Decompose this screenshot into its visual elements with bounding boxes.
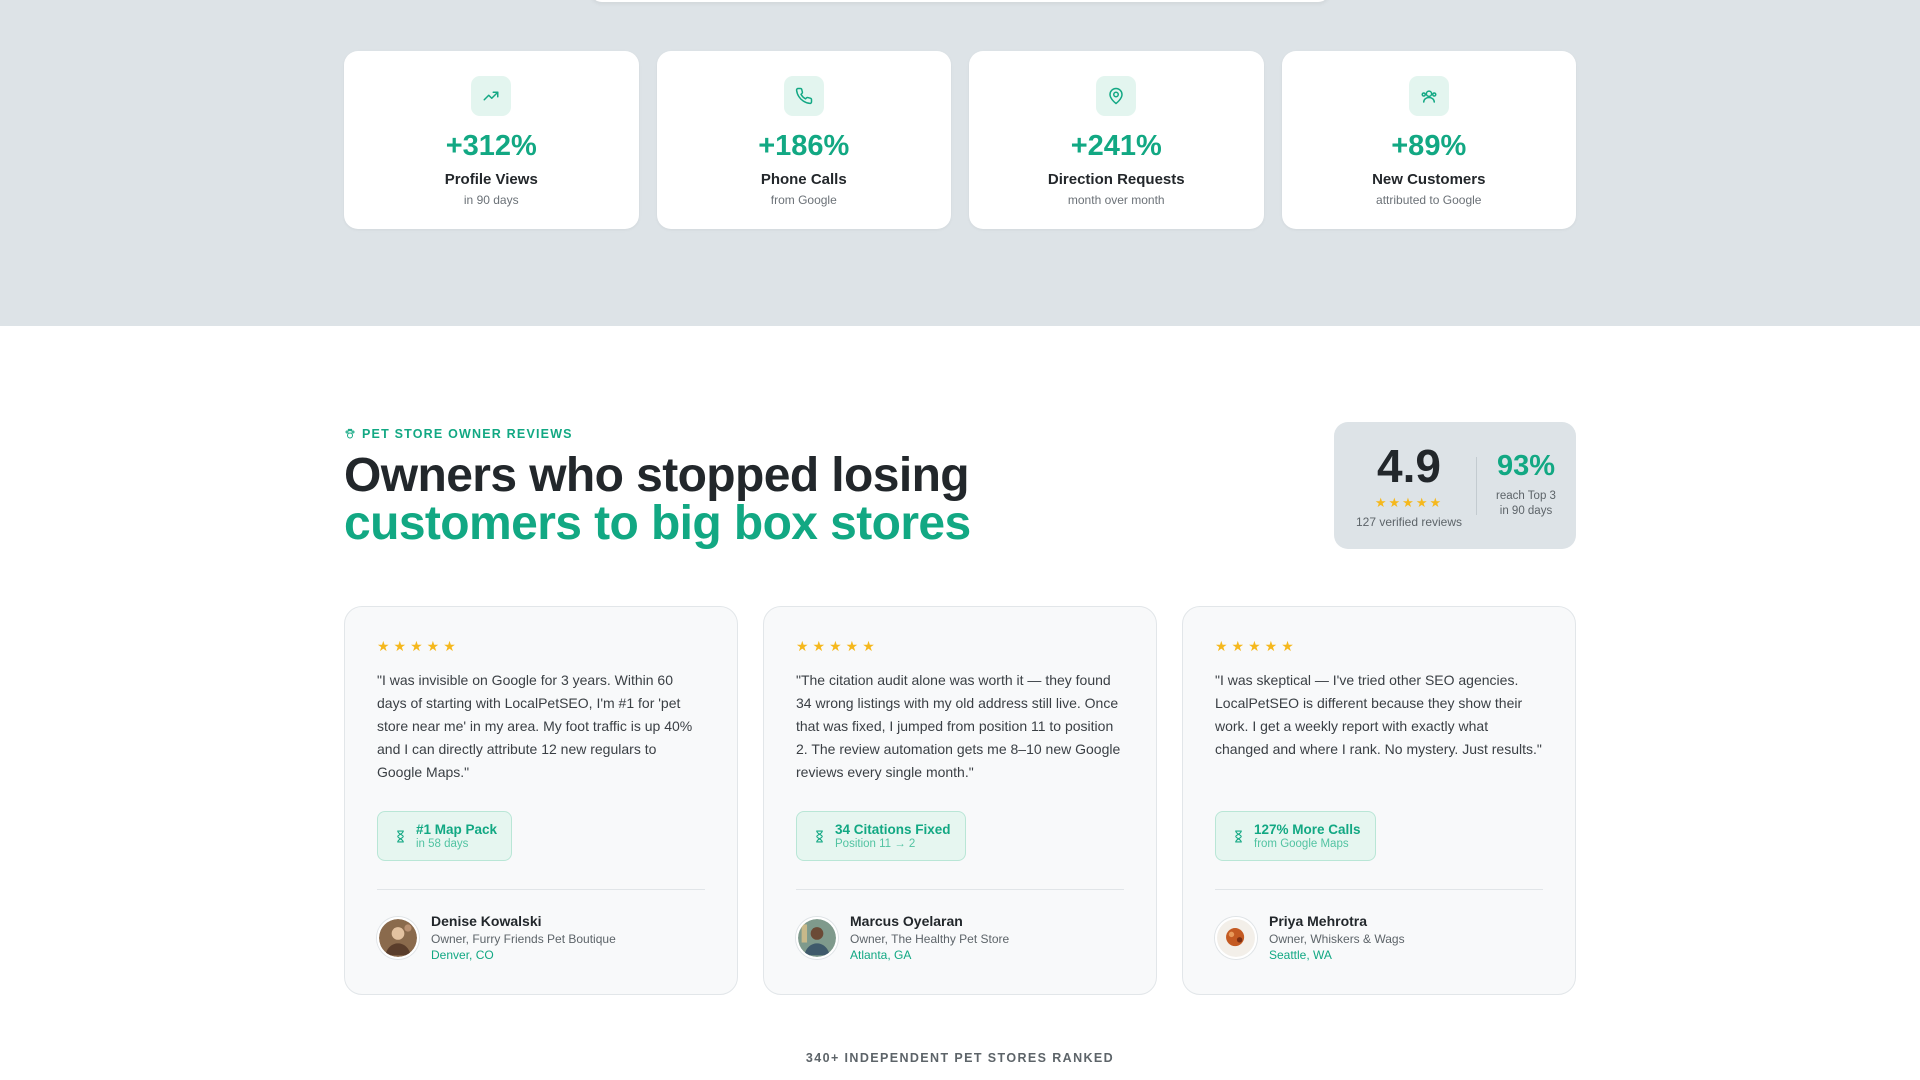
stat-label: Direction Requests (1047, 171, 1185, 188)
stores-ranked-label: 340+ INDEPENDENT PET STORES RANKED (805, 1051, 1115, 1065)
badge-title: 127% More Calls (1254, 822, 1361, 837)
headline-line-1: Owners who stopped losing (344, 449, 970, 502)
hourglass-icon (1235, 830, 1242, 842)
badge-sub: Position 11 → 2 (835, 838, 916, 850)
result-badge: 127% More Calls from Google Maps (1215, 811, 1376, 861)
review-quote: "The citation audit alone was worth it —… (796, 672, 1121, 780)
rating-divider (1476, 456, 1477, 515)
stat-label: New Customers (1372, 171, 1486, 188)
review-divider (796, 889, 1124, 890)
review-card: ★★★★★ "I was skeptical — I've tried othe… (1182, 606, 1576, 995)
author-name: Priya Mehrotra (1269, 913, 1368, 929)
author-name: Marcus Oyelaran (850, 913, 963, 929)
avatar (796, 916, 838, 959)
stat-card-new-customers: +89% New Customers attributed to Google (1281, 51, 1576, 229)
review-divider (1215, 889, 1543, 890)
review-quote: "I was invisible on Google for 3 years. … (377, 672, 693, 780)
rating-pct: 93% (1496, 450, 1556, 482)
eyebrow-label: PET STORE OWNER REVIEWS (362, 427, 573, 441)
review-divider (377, 889, 705, 890)
stat-value: +241% (1070, 130, 1162, 162)
review-card: ★★★★★ "I was invisible on Google for 3 y… (344, 606, 738, 995)
rating-score-block: 4.9 ★★★★★ 127 verified reviews (1354, 443, 1464, 529)
paw-icon (345, 428, 355, 439)
avatar (1215, 916, 1257, 959)
review-quote: "I was skeptical — I've tried other SEO … (1215, 672, 1542, 757)
stat-value: +89% (1391, 130, 1467, 162)
stat-sub: from Google (770, 193, 837, 207)
author-role: Owner, Furry Friends Pet Boutique (431, 932, 616, 946)
section-headline: Owners who stopped losing customers to b… (344, 452, 971, 548)
author-location: Denver, CO (431, 948, 494, 962)
review-stars: ★★★★★ (1215, 638, 1298, 654)
badge-title: 34 Citations Fixed (835, 822, 951, 837)
stat-sub: attributed to Google (1376, 193, 1482, 207)
rating-stars: ★★★★★ (1374, 494, 1444, 510)
review-stars: ★★★★★ (377, 638, 460, 654)
review-author: Marcus Oyelaran Owner, The Healthy Pet S… (796, 913, 1009, 962)
review-author: Priya Mehrotra Owner, Whiskers & Wags Se… (1215, 913, 1405, 962)
result-badge: #1 Map Pack in 58 days (377, 811, 513, 861)
rating-pct-sub: reach Top 3 in 90 days (1496, 490, 1556, 517)
section-eyebrow: PET STORE OWNER REVIEWS (344, 427, 573, 441)
review-stars: ★★★★★ (796, 638, 879, 654)
badge-sub: from Google Maps (1254, 838, 1349, 850)
stat-card-direction-requests: +241% Direction Requests month over mont… (969, 51, 1264, 229)
badge-sub: in 58 days (416, 838, 469, 850)
avatar (377, 916, 419, 959)
map-pin-icon (1096, 76, 1137, 116)
stats-row: +312% Profile Views in 90 days +186% Pho… (344, 51, 1576, 229)
author-role: Owner, The Healthy Pet Store (850, 932, 1010, 946)
author-role: Owner, Whiskers & Wags (1269, 932, 1405, 946)
headline-line-2: customers to big box stores (344, 497, 971, 550)
phone-icon (783, 76, 824, 116)
stat-value: +186% (758, 130, 850, 162)
reviews-grid: ★★★★★ "I was invisible on Google for 3 y… (344, 606, 1576, 995)
result-badge: 34 Citations Fixed Position 11 → 2 (796, 811, 966, 861)
review-author: Denise Kowalski Owner, Furry Friends Pet… (377, 913, 616, 962)
users-icon (1408, 76, 1449, 116)
stat-value: +312% (445, 130, 537, 162)
trending-up-icon (471, 76, 512, 116)
hourglass-icon (816, 830, 823, 842)
stat-sub: in 90 days (463, 193, 519, 207)
badge-title: #1 Map Pack (416, 822, 498, 837)
rating-summary: 4.9 ★★★★★ 127 verified reviews 93% reach… (1334, 422, 1576, 549)
stat-card-profile-views: +312% Profile Views in 90 days (344, 51, 639, 229)
rating-score: 4.9 (1377, 439, 1441, 492)
stat-label: Profile Views (444, 171, 538, 188)
rating-count: 127 verified reviews (1355, 514, 1463, 529)
top-bar-edge (590, 0, 1330, 2)
stat-sub: month over month (1067, 193, 1165, 207)
author-location: Seattle, WA (1269, 948, 1332, 962)
stat-label: Phone Calls (760, 171, 847, 188)
review-card: ★★★★★ "The citation audit alone was wort… (763, 606, 1157, 995)
stat-card-phone-calls: +186% Phone Calls from Google (656, 51, 951, 229)
hourglass-icon (397, 830, 404, 842)
rating-pct-block: 93% reach Top 3 in 90 days (1491, 452, 1561, 519)
author-location: Atlanta, GA (850, 948, 912, 962)
author-name: Denise Kowalski (431, 913, 542, 929)
